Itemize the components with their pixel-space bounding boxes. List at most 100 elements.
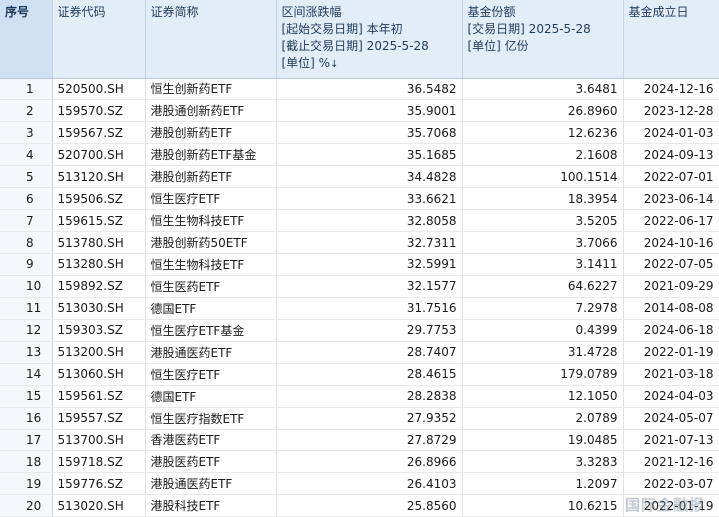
cell-code: 513700.SH xyxy=(52,429,146,452)
cell-change: 28.4615 xyxy=(276,363,463,386)
cell-shares: 64.6227 xyxy=(462,275,624,298)
row-index: 7 xyxy=(0,209,53,233)
cell-code: 159557.SZ xyxy=(52,407,146,430)
cell-change: 35.7068 xyxy=(276,121,463,145)
row-index: 9 xyxy=(0,253,53,276)
table-row[interactable]: 11 513030.SH 德国ETF 31.7516 7.2978 2014-08-08 xyxy=(0,297,719,320)
table-row[interactable]: 15 159561.SZ 德国ETF 28.2838 12.1050 2024-04-03 xyxy=(0,385,719,408)
cell-date: 2022-07-01 xyxy=(623,165,719,189)
table-row[interactable]: 6 159506.SZ 恒生医疗ETF 33.6621 18.3954 2023-06-1… xyxy=(0,187,719,211)
row-index: 20 xyxy=(0,494,53,517)
table-row[interactable]: 9 513280.SH 恒生生物科技ETF 32.5991 3.1411 2022-07-… xyxy=(0,253,719,276)
cell-name: 德国ETF xyxy=(145,385,277,408)
row-index: 12 xyxy=(0,319,53,342)
cell-date: 2023-12-28 xyxy=(623,99,719,123)
header-code[interactable]: 证券代码 xyxy=(52,0,146,79)
table-row[interactable]: 17 513700.SH 香港医药ETF 27.8729 19.0485 2021-07-… xyxy=(0,429,719,452)
table-row[interactable]: 2 159570.SZ 港股通创新药ETF 35.9001 26.8960 2023-12… xyxy=(0,99,719,123)
cell-code: 159570.SZ xyxy=(52,99,146,123)
cell-date: 2024-01-03 xyxy=(623,121,719,145)
table-row[interactable]: 18 159718.SZ 港股医药ETF 26.8966 3.3283 2021-12-1… xyxy=(0,450,719,474)
cell-date: 2022-01-19 xyxy=(623,341,719,364)
cell-code: 159776.SZ xyxy=(52,472,146,496)
row-index: 17 xyxy=(0,429,53,452)
header-shares-date: [交易日期] 2025-5-28 xyxy=(467,22,591,36)
cell-name: 港股创新药ETF基金 xyxy=(145,143,277,167)
cell-code: 513060.SH xyxy=(52,363,146,386)
table-row[interactable]: 4 520700.SH 港股创新药ETF基金 35.1685 2.1608 2024-09… xyxy=(0,143,719,167)
cell-date: 2014-08-08 xyxy=(623,297,719,320)
cell-date: 2024-12-16 xyxy=(623,78,719,101)
table-row[interactable]: 20 513020.SH 港股科技ETF 25.8560 10.6215 2022-01-… xyxy=(0,494,719,517)
cell-code: 159892.SZ xyxy=(52,275,146,298)
table-row[interactable]: 1 520500.SH 恒生创新药ETF 36.5482 3.6481 2024-12-1… xyxy=(0,78,719,101)
header-name[interactable]: 证券简称 xyxy=(145,0,277,79)
cell-shares: 3.7066 xyxy=(462,231,624,254)
cell-shares: 1.2097 xyxy=(462,472,624,496)
cell-date: 2022-06-17 xyxy=(623,209,719,233)
cell-change: 32.7311 xyxy=(276,231,463,254)
row-index: 13 xyxy=(0,341,53,364)
cell-shares: 31.4728 xyxy=(462,341,624,364)
table-row[interactable]: 3 159567.SZ 港股创新药ETF 35.7068 12.6236 2024-01-… xyxy=(0,121,719,145)
fund-table: 序号 证券代码 证券简称 区间涨跌幅 [起始交易日期] 本年初 [截止交易日期]… xyxy=(0,0,719,517)
table-row[interactable]: 12 159303.SZ 恒生医疗ETF基金 29.7753 0.4399 2024-06… xyxy=(0,319,719,342)
row-index: 18 xyxy=(0,450,53,474)
row-index: 4 xyxy=(0,143,53,167)
row-index: 5 xyxy=(0,165,53,189)
row-index: 15 xyxy=(0,385,53,408)
table-row[interactable]: 10 159892.SZ 恒生医药ETF 32.1577 64.6227 2021-09-… xyxy=(0,275,719,298)
cell-shares: 179.0789 xyxy=(462,363,624,386)
table-row[interactable]: 7 159615.SZ 恒生生物科技ETF 32.8058 3.5205 2022-06-… xyxy=(0,209,719,233)
header-row: 序号 证券代码 证券简称 区间涨跌幅 [起始交易日期] 本年初 [截止交易日期]… xyxy=(0,0,719,79)
cell-shares: 12.6236 xyxy=(462,121,624,145)
table-row[interactable]: 16 159557.SZ 恒生医疗指数ETF 27.9352 2.0789 2024-05… xyxy=(0,407,719,430)
cell-change: 36.5482 xyxy=(276,78,463,101)
cell-name: 港股创新药ETF xyxy=(145,165,277,189)
cell-date: 2021-03-18 xyxy=(623,363,719,386)
header-shares-title: 基金份额 xyxy=(467,5,516,19)
row-index: 10 xyxy=(0,275,53,298)
cell-code: 513780.SH xyxy=(52,231,146,254)
cell-shares: 3.5205 xyxy=(462,209,624,233)
cell-date: 2024-09-13 xyxy=(623,143,719,167)
cell-change: 27.9352 xyxy=(276,407,463,430)
header-change-end: [截止交易日期] 2025-5-28 xyxy=(281,39,429,53)
cell-name: 港股通医药ETF xyxy=(145,472,277,496)
cell-name: 香港医药ETF xyxy=(145,429,277,452)
cell-code: 159718.SZ xyxy=(52,450,146,474)
table-row[interactable]: 13 513200.SH 港股通医药ETF 28.7407 31.4728 2022-01… xyxy=(0,341,719,364)
header-index[interactable]: 序号 xyxy=(0,0,53,79)
cell-date: 2021-12-16 xyxy=(623,450,719,474)
sort-down-arrow-icon[interactable]: ↓ xyxy=(330,59,338,70)
cell-code: 520700.SH xyxy=(52,143,146,167)
header-change-start: [起始交易日期] 本年初 xyxy=(281,22,403,36)
cell-name: 恒生创新药ETF xyxy=(145,78,277,101)
cell-shares: 100.1514 xyxy=(462,165,624,189)
cell-name: 恒生医疗指数ETF xyxy=(145,407,277,430)
cell-name: 港股通创新药ETF xyxy=(145,99,277,123)
cell-change: 32.5991 xyxy=(276,253,463,276)
watermark: 国际金融报 xyxy=(624,496,705,514)
header-date[interactable]: 基金成立日 xyxy=(623,0,719,79)
row-index: 3 xyxy=(0,121,53,145)
row-index: 16 xyxy=(0,407,53,430)
table-row[interactable]: 19 159776.SZ 港股通医药ETF 26.4103 1.2097 2022-03-… xyxy=(0,472,719,496)
cell-shares: 2.0789 xyxy=(462,407,624,430)
table-row[interactable]: 5 513120.SH 港股创新药ETF 34.4828 100.1514 2022-07… xyxy=(0,165,719,189)
table-row[interactable]: 8 513780.SH 港股创新药50ETF 32.7311 3.7066 2024-10… xyxy=(0,231,719,254)
cell-name: 恒生医疗ETF xyxy=(145,187,277,211)
table-row[interactable]: 14 513060.SH 恒生医疗ETF 28.4615 179.0789 2021-03… xyxy=(0,363,719,386)
table-body: 1 520500.SH 恒生创新药ETF 36.5482 3.6481 2024-12-1… xyxy=(0,78,719,517)
header-change[interactable]: 区间涨跌幅 [起始交易日期] 本年初 [截止交易日期] 2025-5-28 [单… xyxy=(276,0,463,79)
cell-shares: 26.8960 xyxy=(462,99,624,123)
cell-date: 2021-07-13 xyxy=(623,429,719,452)
cell-shares: 12.1050 xyxy=(462,385,624,408)
cell-code: 159615.SZ xyxy=(52,209,146,233)
row-index: 8 xyxy=(0,231,53,254)
cell-name: 恒生医疗ETF基金 xyxy=(145,319,277,342)
cell-change: 27.8729 xyxy=(276,429,463,452)
cell-date: 2024-06-18 xyxy=(623,319,719,342)
row-index: 19 xyxy=(0,472,53,496)
header-shares[interactable]: 基金份额 [交易日期] 2025-5-28 [单位] 亿份 xyxy=(462,0,624,79)
